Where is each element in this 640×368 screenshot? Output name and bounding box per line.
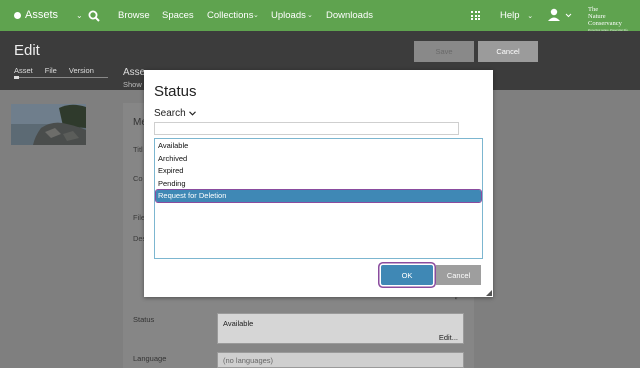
nav-uploads[interactable]: Uploads [271, 10, 306, 21]
status-field-label: Status [133, 315, 155, 324]
save-button[interactable]: Save [414, 41, 474, 62]
show-link[interactable]: Show [123, 80, 142, 89]
resize-grip-icon[interactable] [486, 290, 492, 296]
tab-asset[interactable]: Asset [14, 66, 33, 75]
search-input[interactable] [154, 122, 459, 135]
search-button[interactable] [80, 0, 107, 31]
edit-tabs: Asset File Version [14, 66, 94, 75]
status-field: Available Edit... [217, 313, 464, 344]
status-option-pending[interactable]: Pending [156, 178, 481, 190]
asset-heading: Asse [123, 67, 146, 78]
language-value: (no languages) [223, 356, 274, 365]
assets-menu[interactable]: Assets ⌄ [14, 9, 83, 21]
nav-browse[interactable]: Browse [118, 10, 150, 21]
language-field[interactable]: (no languages) [217, 352, 464, 368]
assets-logo-icon [14, 11, 21, 19]
status-option-request-for-deletion[interactable]: Request for Deletion [155, 189, 482, 203]
search-label: Search [154, 108, 186, 119]
user-menu[interactable] [547, 8, 573, 27]
field-label-title: Titl [133, 145, 143, 154]
help-label: Help [500, 10, 520, 21]
status-option-expired[interactable]: Expired [156, 165, 481, 177]
chevron-down-icon: ⌄ [527, 13, 534, 20]
apps-grid-icon[interactable] [471, 11, 480, 20]
search-toggle[interactable]: Search [154, 108, 196, 119]
field-label-copyright: Co [133, 174, 143, 183]
chevron-down-icon: ⌄ [253, 12, 259, 19]
nav-collections[interactable]: Collections [207, 10, 253, 21]
help-menu[interactable]: Help ⌄ [500, 10, 533, 21]
status-dialog: Status Search Available Archived Expired… [144, 70, 493, 297]
status-value: Available [223, 319, 254, 328]
nav-spaces[interactable]: Spaces [162, 10, 194, 21]
status-edit-link[interactable]: Edit... [439, 333, 458, 342]
user-icon [548, 8, 572, 21]
status-listbox[interactable]: Available Archived Expired Pending Reque… [154, 138, 483, 259]
dialog-title: Status [154, 83, 197, 100]
tab-version[interactable]: Version [69, 66, 94, 75]
chevron-down-icon [188, 111, 196, 116]
status-option-archived[interactable]: Archived [156, 153, 481, 165]
nav-downloads[interactable]: Downloads [326, 10, 373, 21]
chevron-down-icon: ⌄ [307, 12, 313, 19]
tab-divider [14, 77, 108, 78]
cancel-button[interactable]: Cancel [478, 41, 538, 62]
active-tab-indicator [14, 76, 19, 79]
search-icon [88, 10, 100, 22]
language-field-label: Language [133, 354, 167, 363]
ok-button[interactable]: OK [381, 265, 433, 285]
top-nav: Assets ⌄ Browse Spaces Collections ⌄ Upl… [0, 0, 640, 32]
asset-thumbnail [11, 104, 86, 145]
dialog-cancel-button[interactable]: Cancel [436, 265, 481, 285]
page-title: Edit [14, 42, 40, 59]
status-option-available[interactable]: Available [156, 140, 481, 152]
brand-label: Assets [25, 9, 59, 21]
org-logo: The Nature Conservancy Protecting nature… [588, 6, 629, 32]
tab-file[interactable]: File [45, 66, 57, 75]
